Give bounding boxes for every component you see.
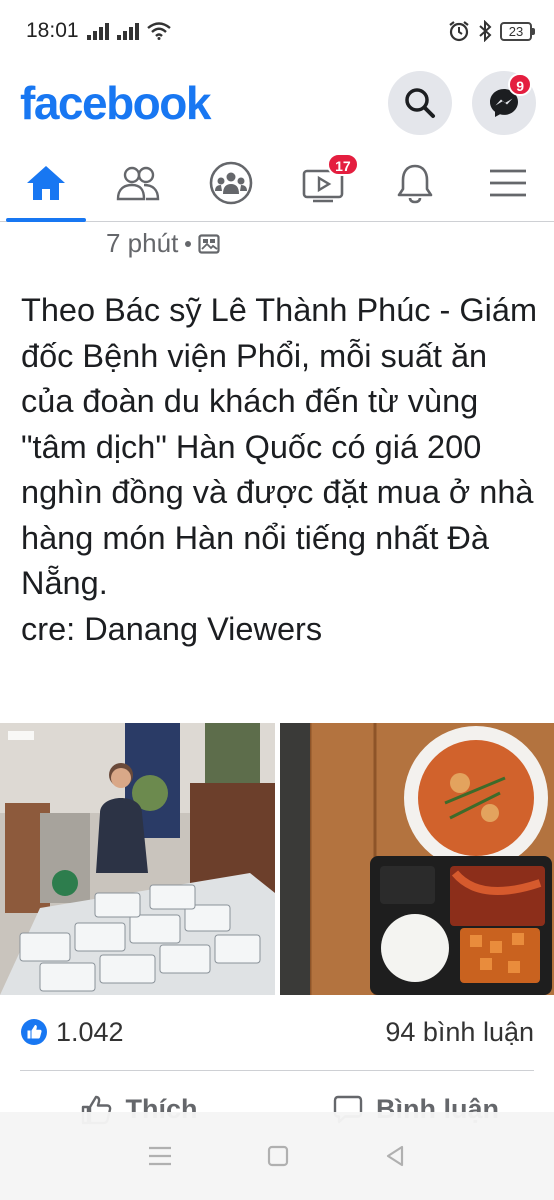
wifi-icon — [146, 22, 171, 40]
groups-icon — [209, 161, 253, 204]
status-time: 18:01 — [26, 19, 79, 42]
messenger-badge: 9 — [508, 73, 532, 96]
post-meta: 7 phút — [106, 228, 220, 259]
messenger-button[interactable]: 9 — [472, 71, 536, 135]
bluetooth-icon — [479, 20, 492, 42]
tab-friends[interactable] — [92, 144, 184, 221]
tab-watch[interactable]: 17 — [277, 144, 369, 221]
system-nav-bar — [0, 1112, 554, 1200]
app-header: facebook 9 — [0, 62, 554, 144]
watch-badge: 17 — [327, 153, 359, 176]
post-body: Theo Bác sỹ Lê Thành Phúc - Giám đốc Bện… — [21, 292, 538, 601]
bell-icon — [398, 164, 433, 203]
photo-woman-with-food-boxes[interactable] — [0, 723, 275, 995]
like-reaction-icon — [21, 1019, 47, 1045]
post-photos — [0, 723, 554, 995]
search-icon — [405, 88, 435, 118]
separator-dot — [185, 240, 192, 247]
facebook-logo[interactable]: facebook — [20, 76, 211, 130]
home-nav-icon[interactable] — [266, 1144, 290, 1168]
battery-icon: 23 — [500, 21, 535, 41]
reaction-count: 1.042 — [56, 1016, 124, 1047]
alarm-icon — [449, 21, 469, 42]
tab-groups[interactable] — [185, 144, 277, 221]
signal-icon — [116, 22, 139, 40]
friends-icon — [117, 166, 160, 200]
main-nav: 17 — [0, 144, 554, 222]
tab-home[interactable] — [0, 144, 92, 222]
photo-korean-meal[interactable] — [280, 723, 554, 995]
public-icon — [198, 233, 220, 254]
post-time[interactable]: 7 phút — [106, 228, 178, 259]
tab-notifications[interactable] — [369, 144, 461, 221]
signal-icon — [86, 22, 109, 40]
post-text: Theo Bác sỹ Lê Thành Phúc - Giám đốc Bện… — [21, 288, 541, 652]
status-bar: 18:01 23 — [0, 0, 554, 62]
menu-icon — [489, 169, 526, 196]
home-icon — [27, 165, 66, 200]
post-credit: cre: Danang Viewers — [21, 610, 323, 647]
post-stats: 1.042 94 bình luận — [20, 1012, 534, 1052]
tab-menu[interactable] — [462, 144, 554, 221]
recents-menu-icon[interactable] — [147, 1145, 173, 1167]
divider — [20, 1070, 534, 1071]
search-button[interactable] — [388, 71, 452, 135]
back-icon[interactable] — [383, 1144, 407, 1168]
comment-count[interactable]: 94 bình luận — [385, 1017, 534, 1048]
reaction-summary[interactable]: 1.042 — [20, 1017, 124, 1048]
